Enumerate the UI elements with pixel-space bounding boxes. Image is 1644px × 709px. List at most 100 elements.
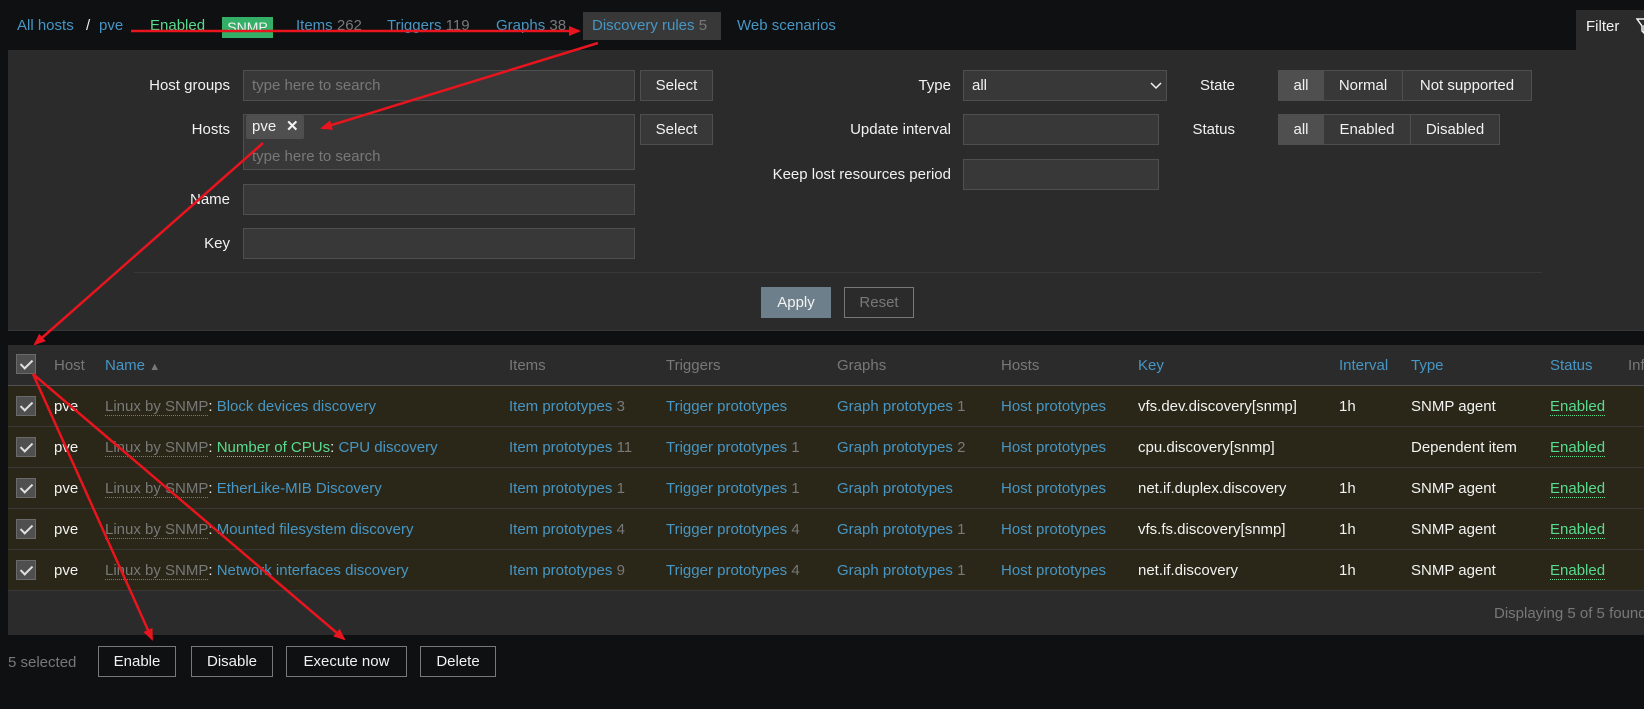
row-template-link[interactable]: Linux by SNMP	[105, 439, 209, 457]
row-hosts-link[interactable]: Host prototypes	[1001, 521, 1106, 538]
row-items-count: 3	[616, 398, 625, 415]
status-all-option[interactable]: all	[1278, 114, 1324, 145]
tab-web-scenarios[interactable]: Web scenarios	[737, 17, 836, 34]
row-triggers-link-label: Trigger prototypes	[666, 521, 788, 538]
status-disabled-option[interactable]: Disabled	[1410, 114, 1500, 145]
row-graphs-link[interactable]: Graph prototypes 2	[837, 439, 965, 456]
row-template-link[interactable]: Linux by SNMP	[105, 521, 209, 539]
row-name-link[interactable]: Block devices discovery	[217, 398, 376, 415]
keep-lost-input[interactable]	[963, 159, 1159, 190]
header-name-sortable[interactable]: Name ▲	[105, 357, 160, 374]
header-status[interactable]: Status	[1550, 357, 1593, 374]
row-name[interactable]: Linux by SNMP: Block devices discovery	[105, 398, 376, 416]
row-interval-label: 1h	[1339, 562, 1356, 579]
host-status-enabled[interactable]: Enabled	[150, 17, 205, 34]
row-name[interactable]: Linux by SNMP: Number of CPUs: CPU disco…	[105, 439, 438, 457]
row-hosts-link-label: Host prototypes	[1001, 398, 1107, 415]
breadcrumb-host[interactable]: pve	[99, 17, 123, 34]
select-all-checkbox[interactable]	[16, 354, 36, 374]
row-checkbox[interactable]	[16, 519, 36, 539]
row-name[interactable]: Linux by SNMP: EtherLike-MIB Discovery	[105, 480, 382, 498]
row-triggers-link[interactable]: Trigger prototypes 1	[666, 480, 800, 497]
row-status-toggle[interactable]: Enabled	[1550, 480, 1606, 498]
row-template-link[interactable]: Linux by SNMP	[105, 562, 209, 580]
status-enabled-option[interactable]: Enabled	[1323, 114, 1411, 145]
header-type[interactable]: Type	[1411, 357, 1444, 374]
row-name-link[interactable]: CPU discovery	[338, 439, 437, 456]
row-items-link[interactable]: Item prototypes 11	[509, 439, 632, 456]
selected-count: 5 selected	[8, 654, 77, 671]
row-triggers-link[interactable]: Trigger prototypes 1	[666, 439, 800, 456]
row-graphs-link[interactable]: Graph prototypes 1	[837, 562, 965, 579]
row-hosts-link-label: Host prototypes	[1001, 562, 1107, 579]
enable-button[interactable]: Enable	[98, 646, 176, 677]
host-groups-select-button[interactable]: Select	[640, 70, 713, 101]
name-input[interactable]	[243, 184, 635, 215]
row-name[interactable]: Linux by SNMP: Network interfaces discov…	[105, 562, 409, 580]
row-hosts-link[interactable]: Host prototypes	[1001, 480, 1106, 497]
row-name-link[interactable]: EtherLike-MIB Discovery	[217, 480, 382, 497]
header-key[interactable]: Key	[1138, 357, 1164, 374]
row-name-link[interactable]: Mounted filesystem discovery	[217, 521, 414, 538]
row-hosts-link[interactable]: Host prototypes	[1001, 562, 1106, 579]
hosts-select-button[interactable]: Select	[640, 114, 713, 145]
row-name[interactable]: Linux by SNMP: Mounted filesystem discov…	[105, 521, 414, 539]
host-groups-input[interactable]: type here to search	[243, 70, 635, 101]
row-status-toggle[interactable]: Enabled	[1550, 521, 1606, 539]
snmp-availability-badge: SNMP	[222, 17, 273, 38]
row-triggers-link-label: Trigger prototypes	[666, 480, 788, 497]
row-template-link[interactable]: Linux by SNMP	[105, 398, 209, 416]
row-checkbox[interactable]	[16, 478, 36, 498]
header-interval[interactable]: Interval	[1339, 357, 1388, 374]
tab-discovery-count: 5	[698, 17, 708, 34]
row-hosts-link[interactable]: Host prototypes	[1001, 398, 1106, 415]
row-checkbox[interactable]	[16, 560, 36, 580]
tab-discovery-rules-text[interactable]: Discovery rules 5	[592, 17, 707, 34]
row-key-label: net.if.discovery	[1138, 562, 1239, 579]
row-checkbox[interactable]	[16, 437, 36, 457]
key-input[interactable]	[243, 228, 635, 259]
row-hosts-link[interactable]: Host prototypes	[1001, 439, 1106, 456]
row-items-link[interactable]: Item prototypes 9	[509, 562, 625, 579]
type-select[interactable]: all	[963, 70, 1167, 101]
state-not-supported-option[interactable]: Not supported	[1402, 70, 1532, 101]
row-triggers-link[interactable]: Trigger prototypes	[666, 398, 787, 415]
row-triggers-link[interactable]: Trigger prototypes 4	[666, 521, 800, 538]
row-triggers-link[interactable]: Trigger prototypes 4	[666, 562, 800, 579]
reset-button[interactable]: Reset	[844, 287, 914, 318]
tab-items[interactable]: Items 262	[296, 17, 362, 34]
breadcrumb-all-hosts[interactable]: All hosts	[17, 17, 74, 34]
table-header	[8, 345, 1644, 387]
state-all-option[interactable]: all	[1278, 70, 1324, 101]
state-normal-option[interactable]: Normal	[1323, 70, 1403, 101]
tab-graphs[interactable]: Graphs 38	[496, 17, 566, 34]
row-graphs-link[interactable]: Graph prototypes	[837, 480, 953, 497]
disable-button[interactable]: Disable	[191, 646, 273, 677]
row-type-label: SNMP agent	[1411, 398, 1496, 415]
filter-tab[interactable]: Filter	[1576, 10, 1644, 50]
row-triggers-count: 1	[791, 439, 800, 456]
row-items-count: 9	[616, 562, 625, 579]
row-template-link[interactable]: Linux by SNMP	[105, 480, 209, 498]
remove-tag-icon[interactable]: ✕	[286, 117, 299, 135]
row-status-label: Enabled	[1550, 398, 1606, 416]
row-graphs-link[interactable]: Graph prototypes 1	[837, 521, 965, 538]
execute-now-button[interactable]: Execute now	[286, 646, 407, 677]
row-type: SNMP agent	[1411, 562, 1496, 579]
row-items-link[interactable]: Item prototypes 4	[509, 521, 625, 538]
tab-triggers[interactable]: Triggers 119	[387, 17, 470, 34]
row-checkbox[interactable]	[16, 396, 36, 416]
delete-button[interactable]: Delete	[420, 646, 496, 677]
row-items-link[interactable]: Item prototypes 1	[509, 480, 625, 497]
apply-button[interactable]: Apply	[761, 287, 831, 318]
row-graphs-link[interactable]: Graph prototypes 1	[837, 398, 965, 415]
row-parent-item-link[interactable]: Number of CPUs	[216, 439, 331, 457]
row-host-label: pve	[54, 398, 79, 415]
row-status-toggle[interactable]: Enabled	[1550, 562, 1606, 580]
row-triggers-link-label: Trigger prototypes	[666, 562, 788, 579]
row-status-toggle[interactable]: Enabled	[1550, 439, 1606, 457]
row-name-link[interactable]: Network interfaces discovery	[217, 562, 409, 579]
update-interval-input[interactable]	[963, 114, 1159, 145]
row-status-toggle[interactable]: Enabled	[1550, 398, 1606, 416]
row-items-link[interactable]: Item prototypes 3	[509, 398, 625, 415]
